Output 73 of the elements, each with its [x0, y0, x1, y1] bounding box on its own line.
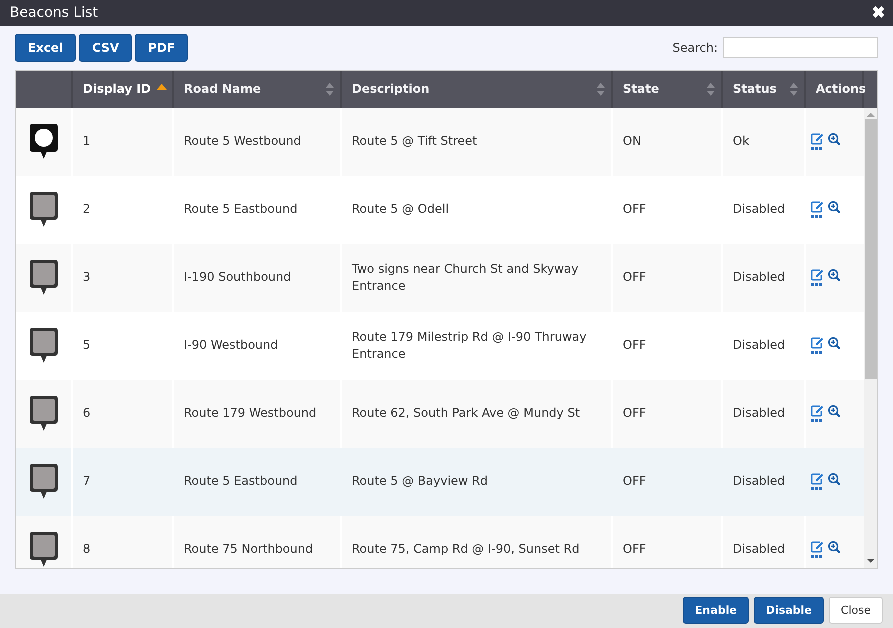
zoom-in-icon[interactable] [828, 201, 841, 214]
close-button[interactable]: ✖ [872, 2, 885, 23]
table-cell-text: Route 179 Milestrip Rd @ I-90 Thruway Entrance [352, 328, 588, 363]
table-cell: Disabled [733, 405, 786, 422]
table-cell: OFF [623, 337, 646, 354]
zoom-in-icon[interactable] [828, 133, 841, 146]
export-button[interactable]: Excel [15, 34, 76, 62]
zoom-in-icon[interactable] [828, 269, 841, 282]
window-title: Beacons List [10, 4, 98, 21]
action-button[interactable]: Disable [754, 597, 824, 624]
action-button[interactable]: Enable [683, 597, 750, 624]
table-cell: Route 5 @ Odell [352, 201, 450, 218]
table-cell: OFF [623, 405, 646, 422]
table-cell: Disabled [733, 337, 786, 354]
edit-icon[interactable] [811, 337, 824, 350]
more-icon[interactable] [811, 351, 822, 354]
zoom-in-icon[interactable] [828, 337, 841, 350]
more-icon[interactable] [811, 283, 822, 286]
table-cell: 8 [83, 541, 91, 558]
table-cell: Disabled [733, 269, 786, 286]
table-cell: 3 [83, 269, 91, 286]
table-row[interactable]: 3 I-190 Southbound Two signs near Church St and Skyway Entrance OFF Disabled [16, 244, 864, 312]
more-icon[interactable] [811, 487, 822, 490]
search-label: Search: [672, 40, 718, 55]
table-cell: Route 5 Westbound [184, 133, 302, 150]
edit-icon[interactable] [811, 473, 824, 486]
table-cell: OFF [623, 201, 646, 218]
more-icon[interactable] [811, 147, 822, 150]
table-cell: Route 75 Northbound [184, 541, 314, 558]
edit-icon[interactable] [811, 541, 824, 554]
table-cell: Route 5 Eastbound [184, 201, 298, 218]
table-cell: Route 75, Camp Rd @ I-90, Sunset Rd [352, 541, 580, 558]
close-button[interactable]: Close [829, 597, 883, 624]
table-cell: ON [623, 133, 642, 150]
edit-icon[interactable] [811, 133, 824, 146]
table-cell: Route 5 Eastbound [184, 473, 298, 490]
table-cell: Disabled [733, 473, 786, 490]
table-row[interactable]: 1 Route 5 Westbound Route 5 @ Tift Street ON Ok [16, 108, 864, 176]
zoom-in-icon[interactable] [828, 405, 841, 418]
table-cell: Disabled [733, 201, 786, 218]
edit-icon[interactable] [811, 405, 824, 418]
table-cell: I-190 Southbound [184, 269, 292, 286]
table-cell: Ok [733, 133, 750, 150]
more-icon[interactable] [811, 419, 822, 422]
zoom-in-icon[interactable] [828, 473, 841, 486]
table-cell: Route 5 @ Bayview Rd [352, 473, 488, 490]
edit-icon[interactable] [811, 269, 824, 282]
more-icon[interactable] [811, 215, 822, 218]
table-cell-text: Two signs near Church St and Skyway Entrance [352, 260, 580, 295]
table-cell: 5 [83, 337, 91, 354]
search-field[interactable] [723, 37, 878, 58]
zoom-in-icon[interactable] [828, 541, 841, 554]
table-cell: 2 [83, 201, 91, 218]
table-cell: Disabled [733, 541, 786, 558]
table-row[interactable]: 8 Route 75 Northbound Route 75, Camp Rd @ I-90, Sunset Rd OFF Disabled [16, 516, 864, 568]
table-cell: 6 [83, 405, 91, 422]
table-cell: OFF [623, 269, 646, 286]
table-row[interactable]: 7 Route 5 Eastbound Route 5 @ Bayview Rd OFF Disabled [16, 448, 864, 516]
table-cell: Route 179 Westbound [184, 405, 317, 422]
more-icon[interactable] [811, 555, 822, 558]
table-cell: 7 [83, 473, 91, 490]
table-cell: 1 [83, 133, 91, 150]
export-button[interactable]: PDF [135, 34, 188, 62]
table-cell: Route 62, South Park Ave @ Mundy St [352, 405, 580, 422]
table-cell: OFF [623, 473, 646, 490]
edit-icon[interactable] [811, 201, 824, 214]
table-row[interactable]: 6 Route 179 Westbound Route 62, South Park Ave @ Mundy St OFF Disabled [16, 380, 864, 448]
table-cell: Route 5 @ Tift Street [352, 133, 478, 150]
scrollbar[interactable] [864, 108, 877, 568]
table-cell: I-90 Westbound [184, 337, 278, 354]
export-button[interactable]: CSV [79, 34, 132, 62]
sort-asc-icon[interactable] [157, 82, 167, 91]
table-cell: OFF [623, 541, 646, 558]
